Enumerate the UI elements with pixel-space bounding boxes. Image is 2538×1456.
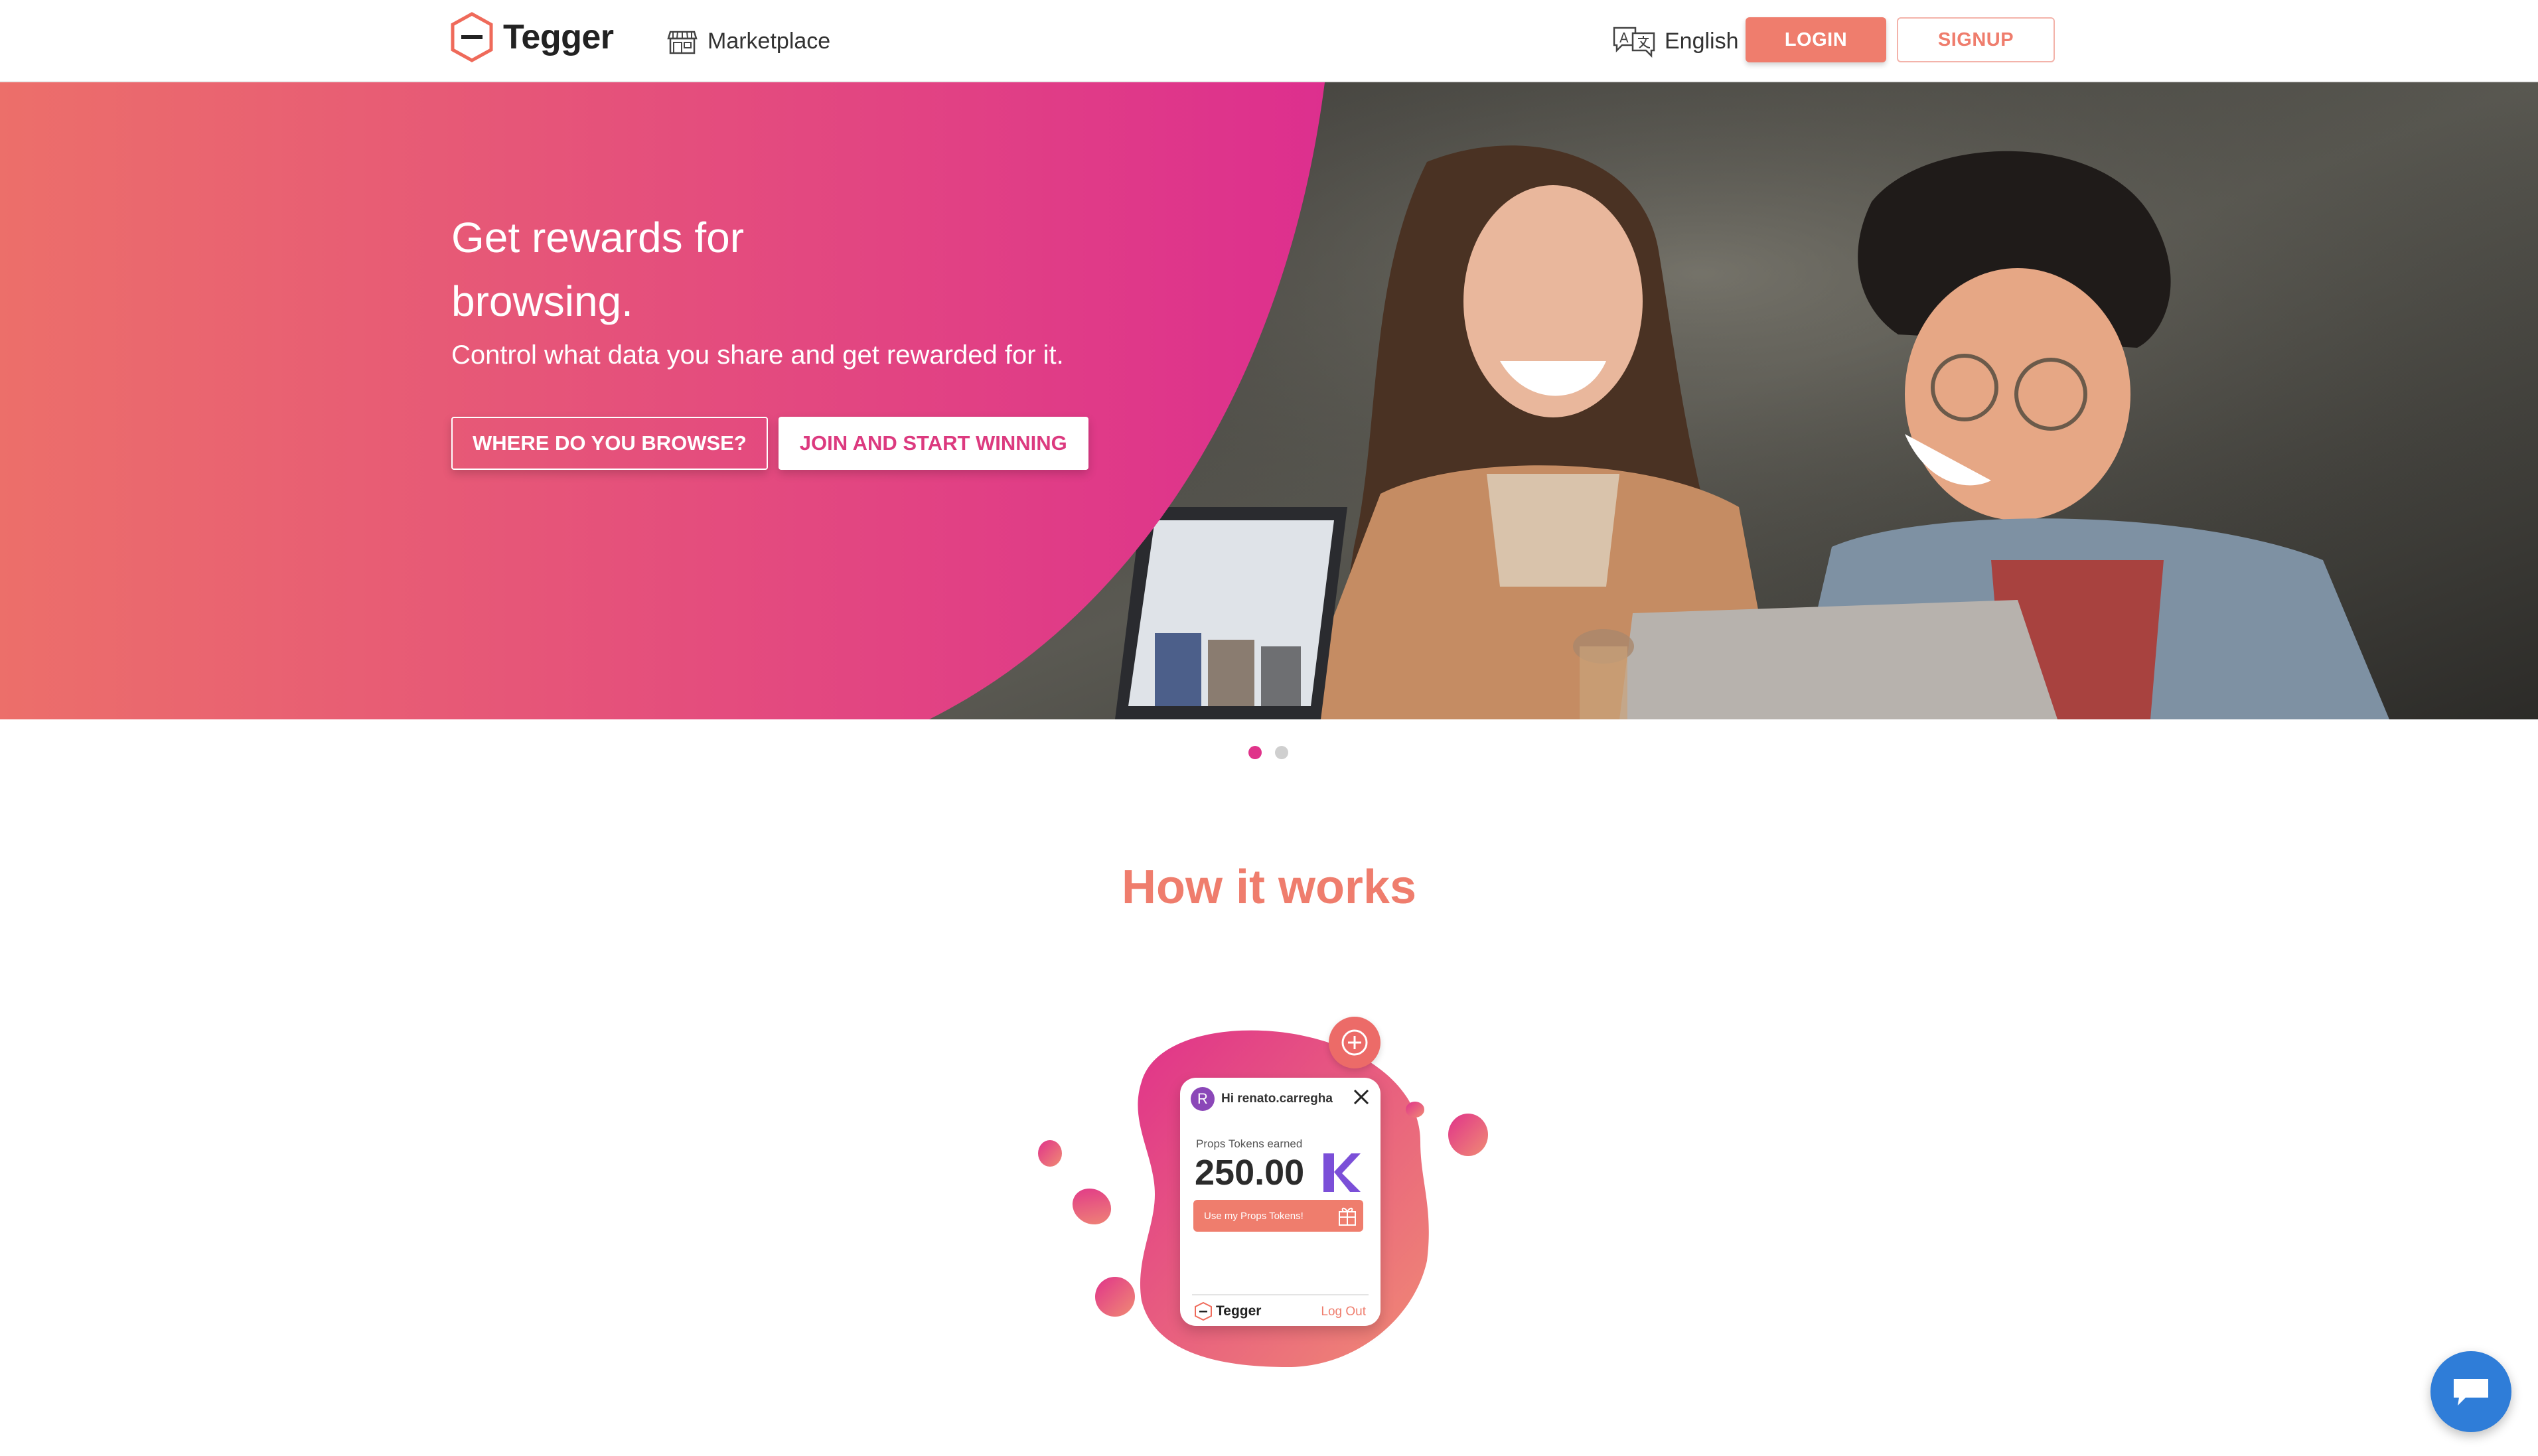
hero-text-block: Get rewards for browsing. Control what d… — [451, 206, 1248, 372]
extension-popup-mockup: R Hi renato.carregha Props Tokens earned… — [1180, 1078, 1381, 1326]
where-do-you-browse-button[interactable]: WHERE DO YOU BROWSE? — [451, 417, 768, 470]
svg-text:A: A — [1619, 30, 1629, 46]
page: Tegger Marketplace A English LOGIN SIGNU… — [0, 0, 2538, 1456]
props-k-icon — [1323, 1153, 1361, 1192]
gift-icon — [1339, 1207, 1356, 1226]
logout-link[interactable]: Log Out — [1321, 1305, 1366, 1319]
carousel-indicators — [1248, 746, 1288, 759]
brand-logo[interactable]: Tegger — [450, 12, 614, 62]
chat-bubble-icon — [2454, 1379, 2488, 1406]
hexagon-logo-icon — [1195, 1302, 1212, 1321]
hero-buttons: WHERE DO YOU BROWSE? JOIN AND START WINN… — [451, 417, 1088, 470]
storefront-icon — [667, 31, 698, 54]
use-props-tokens-label: Use my Props Tokens! — [1204, 1210, 1304, 1222]
chat-widget-button[interactable] — [2430, 1351, 2511, 1432]
logo-text: Tegger — [503, 18, 614, 56]
translate-icon: A — [1613, 27, 1655, 58]
nav-marketplace-label: Marketplace — [708, 28, 831, 54]
popup-footer-logo-text: Tegger — [1216, 1303, 1262, 1319]
login-button[interactable]: LOGIN — [1746, 17, 1886, 62]
popup-divider — [1192, 1294, 1369, 1295]
tokens-amount: 250.00 — [1195, 1153, 1305, 1193]
how-it-works-illustration: R Hi renato.carregha Props Tokens earned… — [1022, 1009, 1513, 1380]
join-and-start-winning-button[interactable]: JOIN AND START WINNING — [778, 417, 1088, 470]
top-navbar: Tegger Marketplace A English LOGIN SIGNU… — [0, 0, 2538, 82]
hero-carousel-slide: Get rewards for browsing. Control what d… — [0, 82, 2538, 719]
hero-title: Get rewards for browsing. — [451, 214, 745, 325]
popup-header: R Hi renato.carregha — [1191, 1087, 1333, 1111]
hero-subtitle: Control what data you share and get rewa… — [451, 340, 1064, 370]
hero-photo — [0, 82, 2538, 719]
carousel-dot-1[interactable] — [1248, 746, 1262, 759]
popup-footer-logo: Tegger — [1195, 1302, 1261, 1321]
hexagon-logo-icon — [451, 12, 493, 62]
how-it-works-heading: How it works — [1121, 861, 1417, 914]
plus-circle-icon[interactable] — [1329, 1017, 1381, 1068]
language-label: English — [1665, 28, 1739, 54]
popup-greeting: Hi renato.carregha — [1221, 1092, 1333, 1106]
nav-marketplace-link[interactable]: Marketplace — [666, 23, 830, 60]
carousel-dot-2[interactable] — [1275, 746, 1288, 759]
language-selector[interactable]: A English — [1613, 21, 1739, 61]
tokens-label: Props Tokens earned — [1196, 1137, 1303, 1150]
signup-button[interactable]: SIGNUP — [1897, 17, 2055, 62]
close-icon[interactable] — [1351, 1087, 1371, 1107]
avatar: R — [1191, 1087, 1215, 1111]
use-props-tokens-button[interactable]: Use my Props Tokens! — [1193, 1200, 1363, 1232]
